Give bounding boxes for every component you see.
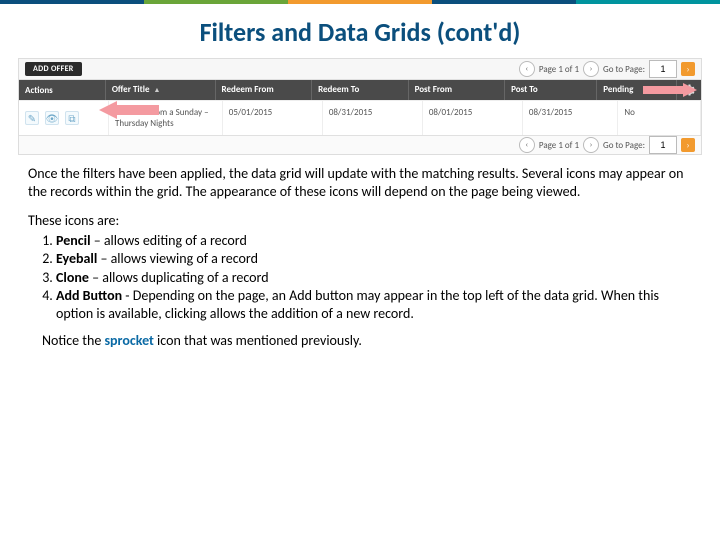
list-item: Pencil – allows editing of a record [56, 232, 692, 250]
add-offer-button[interactable]: ADD OFFER [25, 62, 82, 76]
eyeball-icon[interactable]: 👁 [45, 111, 59, 125]
goto-page-label: Go to Page: [603, 140, 645, 151]
annotation-arrow-right [643, 83, 697, 97]
pager-top: ‹ Page 1 of 1 › Go to Page: › [519, 60, 695, 78]
sort-asc-icon: ▲ [153, 85, 160, 94]
grid-footer: ‹ Page 1 of 1 › Go to Page: › [19, 135, 701, 154]
prev-page-icon[interactable]: ‹ [519, 137, 535, 153]
goto-page-input[interactable] [649, 136, 677, 154]
row-actions: ✎ 👁 ⧉ [19, 100, 109, 135]
goto-page-button[interactable]: › [681, 138, 695, 152]
pager-bottom: ‹ Page 1 of 1 › Go to Page: › [519, 136, 695, 154]
clone-icon[interactable]: ⧉ [65, 111, 79, 125]
data-grid: ADD OFFER ‹ Page 1 of 1 › Go to Page: › … [18, 58, 702, 155]
list-item: Eyeball – allows viewing of a record [56, 250, 692, 268]
notice-line: Notice the sprocket icon that was mentio… [42, 332, 692, 350]
page-indicator: Page 1 of 1 [539, 140, 579, 151]
cell-redeem-from: 05/01/2015 [223, 100, 323, 135]
annotation-arrow-left [99, 101, 159, 119]
col-redeem-to[interactable]: Redeem To [312, 80, 409, 100]
sprocket-word: sprocket [104, 332, 153, 349]
table-row: ✎ 👁 ⧉ 50% Off Room a Sunday – Thursday N… [19, 100, 701, 135]
body-text: Once the filters have been applied, the … [28, 165, 692, 350]
next-page-icon[interactable]: › [583, 137, 599, 153]
intro-paragraph: Once the filters have been applied, the … [28, 165, 692, 200]
next-page-icon[interactable]: › [583, 61, 599, 77]
goto-page-input[interactable] [649, 60, 677, 78]
cell-post-to: 08/31/2015 [523, 100, 618, 135]
cell-offer-title: 50% Off Room a Sunday – Thursday Nights [109, 100, 223, 135]
col-post-to[interactable]: Post To [505, 80, 597, 100]
cell-post-from: 08/01/2015 [423, 100, 523, 135]
col-redeem-from[interactable]: Redeem From [216, 80, 313, 100]
col-offer-title[interactable]: Offer Title▲ [106, 80, 216, 100]
goto-page-button[interactable]: › [681, 62, 695, 76]
accent-stripe [0, 0, 720, 4]
pencil-icon[interactable]: ✎ [25, 111, 39, 125]
icons-list: Pencil – allows editing of a record Eyeb… [28, 232, 692, 323]
grid-toolbar: ADD OFFER ‹ Page 1 of 1 › Go to Page: › [19, 59, 701, 80]
prev-page-icon[interactable]: ‹ [519, 61, 535, 77]
goto-page-label: Go to Page: [603, 64, 645, 75]
col-post-from[interactable]: Post From [409, 80, 506, 100]
slide-title: Filters and Data Grids (cont'd) [0, 16, 720, 48]
list-item: Clone – allows duplicating of a record [56, 269, 692, 287]
grid-header-row: Actions Offer Title▲ Redeem From Redeem … [19, 80, 701, 100]
col-actions[interactable]: Actions [19, 80, 106, 100]
page-indicator: Page 1 of 1 [539, 64, 579, 75]
list-item: Add Button - Depending on the page, an A… [56, 287, 692, 322]
cell-pending: No [618, 100, 701, 135]
list-intro: These icons are: [28, 212, 692, 230]
cell-redeem-to: 08/31/2015 [323, 100, 423, 135]
